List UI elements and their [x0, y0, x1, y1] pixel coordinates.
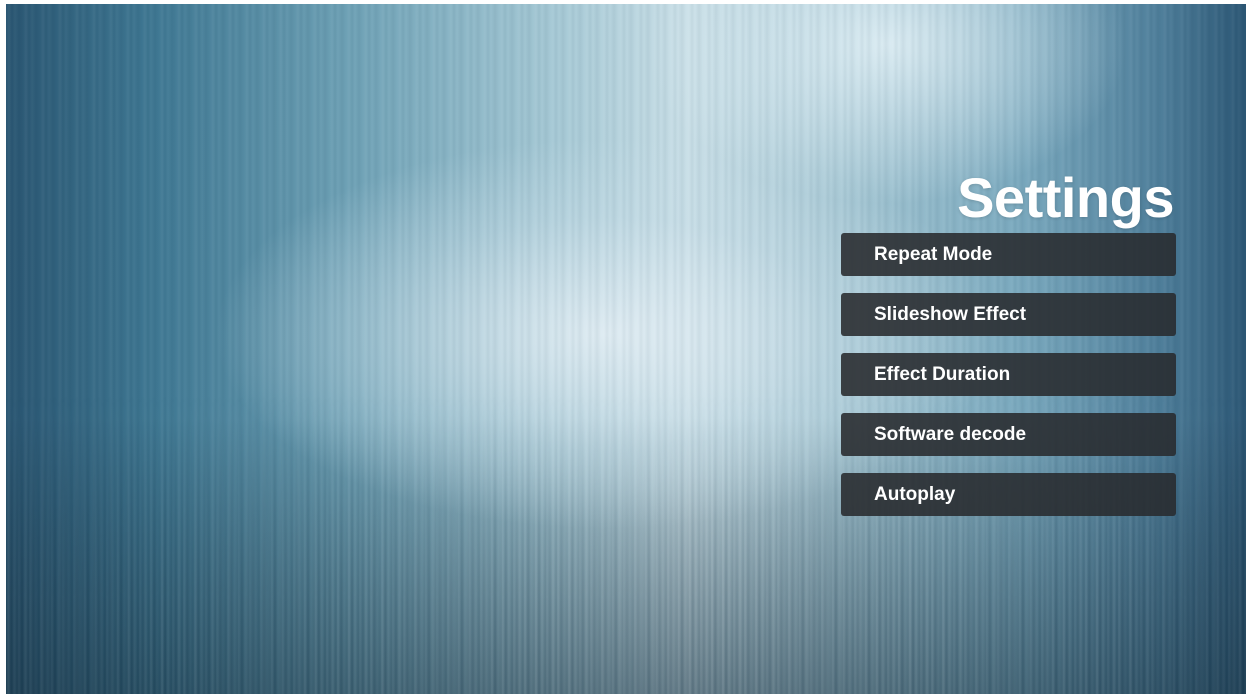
menu-item-label: Slideshow Effect [874, 303, 1027, 325]
page-title: Settings [957, 166, 1174, 229]
menu-item-label: Software decode [874, 423, 1027, 445]
menu-item-autoplay[interactable]: Autoplay [841, 473, 1176, 516]
menu-item-label: Repeat Mode [874, 243, 993, 265]
menu-item-software-decode[interactable]: Software decode [841, 413, 1176, 456]
menu-item-label: Autoplay [874, 483, 956, 505]
menu-item-label: Effect Duration [874, 363, 1011, 385]
menu-item-slideshow-effect[interactable]: Slideshow Effect [841, 293, 1176, 336]
menu-item-effect-duration[interactable]: Effect Duration [841, 353, 1176, 396]
settings-screen: Settings Repeat Mode Slideshow Effect Ef… [6, 4, 1246, 694]
settings-menu: Repeat Mode Slideshow Effect Effect Dura… [841, 233, 1176, 533]
menu-item-repeat-mode[interactable]: Repeat Mode [841, 233, 1176, 276]
